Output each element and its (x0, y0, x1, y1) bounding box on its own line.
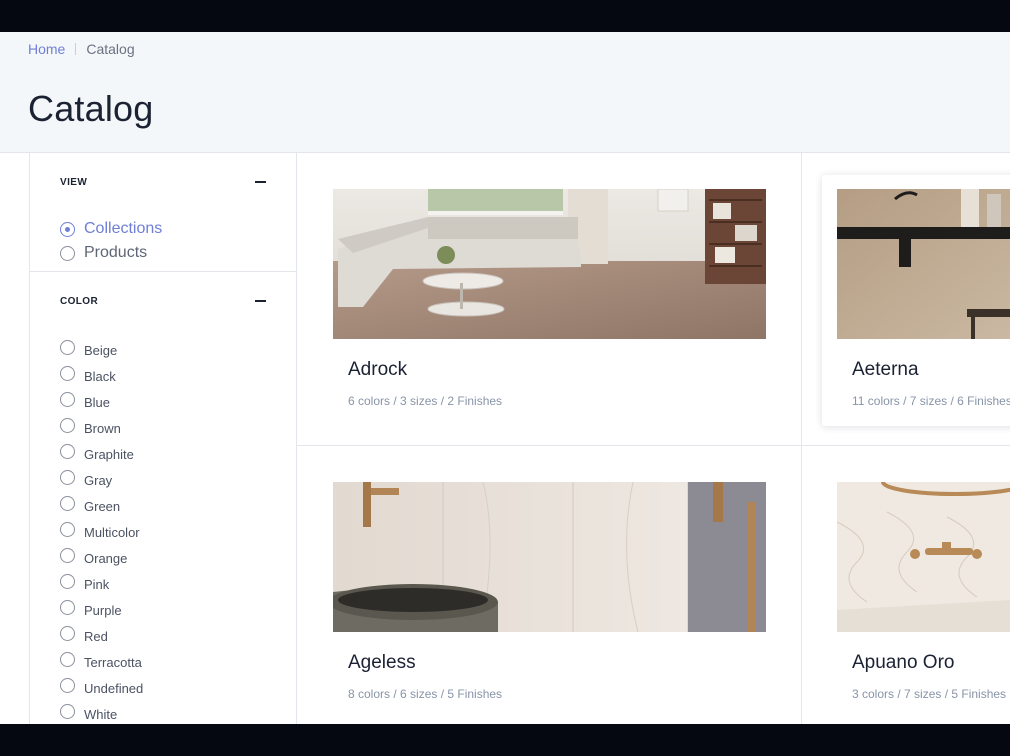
page-viewport: Home Catalog Catalog VIEW Collections Pr… (0, 32, 1010, 724)
view-option-label: Collections (84, 220, 163, 237)
collection-meta: 6 colors / 3 sizes / 2 Finishes (348, 394, 503, 408)
breadcrumb-separator (75, 43, 77, 55)
radio-blue[interactable] (60, 392, 75, 407)
color-option-brown[interactable]: Brown (60, 418, 121, 436)
radio-products[interactable] (60, 245, 75, 261)
marble-basin-image[interactable] (333, 482, 766, 632)
collection-card-apuano-oro[interactable]: Apuano Oro 3 colors / 7 sizes / 5 Finish… (837, 482, 1010, 712)
color-option-black[interactable]: Black (60, 366, 116, 384)
color-option-orange[interactable]: Orange (60, 548, 128, 566)
minus-icon[interactable] (255, 181, 266, 183)
collection-meta: 3 colors / 7 sizes / 5 Finishes (852, 687, 1007, 701)
color-option-label: Terracotta (84, 655, 142, 670)
color-option-label: Gray (84, 473, 113, 488)
color-option-pink[interactable]: Pink (60, 574, 110, 592)
collection-meta: 8 colors / 6 sizes / 5 Finishes (348, 687, 503, 701)
color-option-label: Multicolor (84, 525, 140, 540)
color-option-label: Black (84, 369, 116, 384)
collection-title[interactable]: Apuano Oro (852, 652, 954, 674)
color-option-graphite[interactable]: Graphite (60, 444, 134, 462)
color-option-label: Blue (84, 395, 111, 410)
color-filter-title: COLOR (60, 296, 99, 307)
radio-terracotta[interactable] (60, 652, 75, 667)
radio-purple[interactable] (60, 600, 75, 615)
radio-green[interactable] (60, 496, 75, 511)
gold-faucet-image[interactable] (837, 482, 1010, 632)
color-option-white[interactable]: White (60, 704, 118, 722)
color-option-label: White (84, 707, 118, 722)
radio-multicolor[interactable] (60, 522, 75, 537)
color-option-beige[interactable]: Beige (60, 340, 118, 358)
radio-orange[interactable] (60, 548, 75, 563)
color-option-label: Red (84, 629, 108, 644)
radio-graphite[interactable] (60, 444, 75, 459)
color-filter-header[interactable]: COLOR (30, 272, 296, 330)
grid-divider-horizontal (297, 445, 1010, 446)
color-option-label: Green (84, 499, 121, 514)
color-option-label: Undefined (84, 681, 144, 696)
minus-icon[interactable] (255, 300, 266, 302)
breadcrumb-home-link[interactable]: Home (28, 41, 65, 57)
radio-undefined[interactable] (60, 678, 75, 693)
color-option-label: Orange (84, 551, 128, 566)
view-option-products[interactable]: Products (60, 244, 147, 262)
radio-white[interactable] (60, 704, 75, 719)
grid-divider-vertical (801, 153, 802, 724)
color-option-label: Graphite (84, 447, 134, 462)
collection-card-aeterna[interactable]: Aeterna 11 colors / 7 sizes / 6 Finishes (822, 175, 1010, 426)
color-option-red[interactable]: Red (60, 626, 108, 644)
collection-card-ageless[interactable]: Ageless 8 colors / 6 sizes / 5 Finishes (333, 482, 766, 712)
view-option-collections[interactable]: Collections (60, 220, 162, 238)
page-header: Home Catalog Catalog (0, 32, 1010, 153)
color-option-multicolor[interactable]: Multicolor (60, 522, 140, 540)
color-option-blue[interactable]: Blue (60, 392, 111, 410)
view-filter-title: VIEW (60, 177, 88, 188)
color-option-undefined[interactable]: Undefined (60, 678, 144, 696)
color-filter-section: COLOR Beige Black Blue Brown Graphite Gr… (30, 272, 296, 724)
radio-brown[interactable] (60, 418, 75, 433)
page-title: Catalog (28, 88, 154, 129)
collection-title[interactable]: Aeterna (852, 359, 919, 381)
radio-pink[interactable] (60, 574, 75, 589)
color-option-label: Brown (84, 421, 121, 436)
color-option-terracotta[interactable]: Terracotta (60, 652, 142, 670)
collection-title[interactable]: Adrock (348, 359, 407, 381)
view-option-label: Products (84, 244, 148, 261)
radio-red[interactable] (60, 626, 75, 641)
bathroom-shelf-image[interactable] (837, 189, 1010, 339)
radio-collections[interactable] (60, 221, 75, 237)
color-option-green[interactable]: Green (60, 496, 121, 514)
living-room-image[interactable] (333, 189, 766, 339)
color-option-label: Purple (84, 603, 122, 618)
browser-top-bar (0, 0, 1010, 32)
radio-gray[interactable] (60, 470, 75, 485)
breadcrumb: Home Catalog (28, 41, 135, 57)
view-filter-header[interactable]: VIEW (30, 153, 296, 211)
color-option-purple[interactable]: Purple (60, 600, 122, 618)
breadcrumb-current: Catalog (86, 41, 135, 57)
radio-beige[interactable] (60, 340, 75, 355)
collection-title[interactable]: Ageless (348, 652, 416, 674)
collections-grid: Adrock 6 colors / 3 sizes / 2 Finishes A… (297, 153, 1010, 724)
color-option-gray[interactable]: Gray (60, 470, 113, 488)
collection-meta: 11 colors / 7 sizes / 6 Finishes (852, 394, 1010, 408)
collection-card-adrock[interactable]: Adrock 6 colors / 3 sizes / 2 Finishes (333, 189, 766, 419)
browser-bottom-bar (0, 724, 1010, 756)
color-option-label: Pink (84, 577, 110, 592)
radio-black[interactable] (60, 366, 75, 381)
view-filter-section: VIEW Collections Products (30, 153, 296, 272)
color-option-label: Beige (84, 343, 118, 358)
filter-sidebar: VIEW Collections Products COLOR Beige Bl… (29, 153, 297, 724)
